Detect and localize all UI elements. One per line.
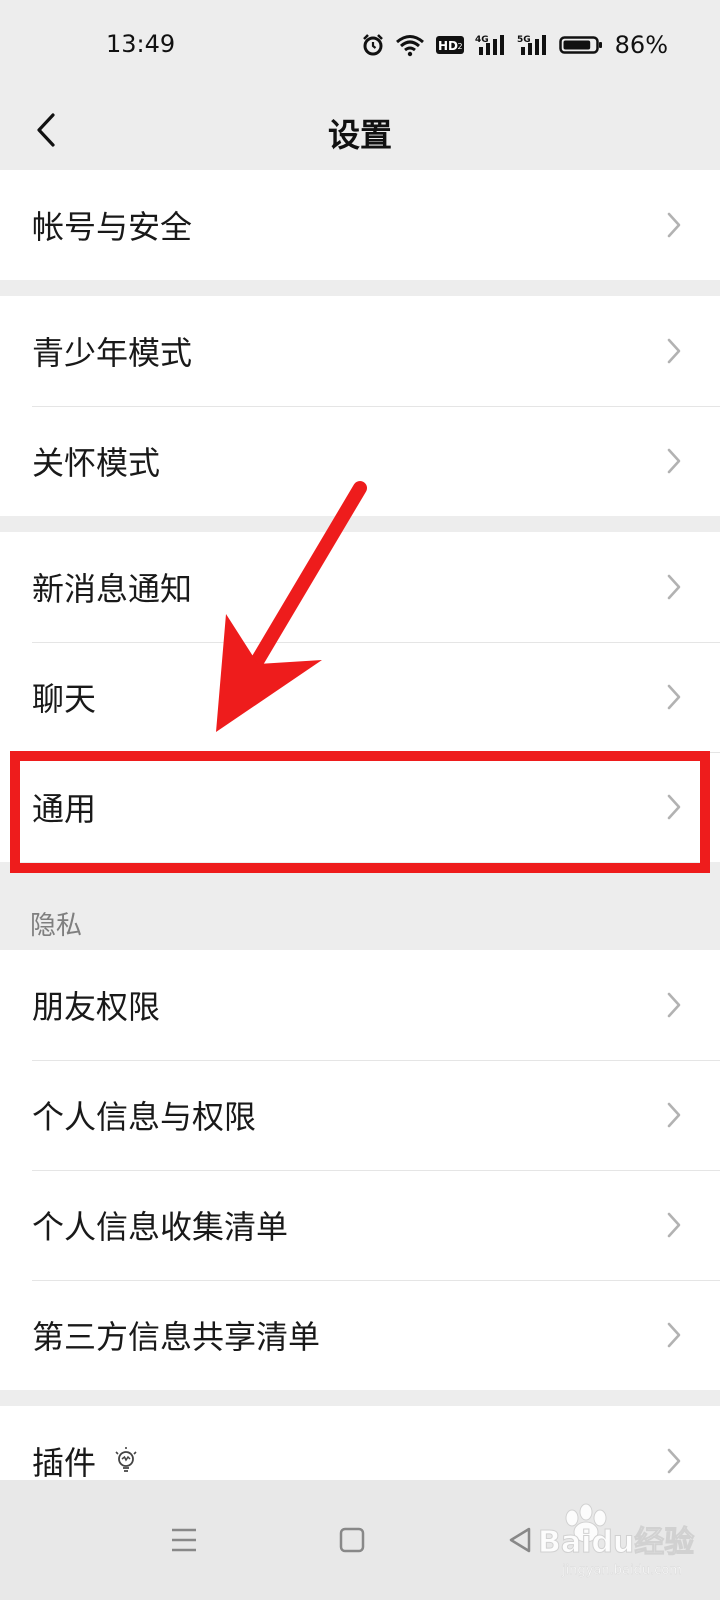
settings-item-general[interactable]: 通用 [0, 752, 720, 862]
group-general: 新消息通知 聊天 通用 [0, 532, 720, 862]
group-modes: 青少年模式 关怀模式 [0, 296, 720, 516]
chevron-right-icon [667, 1448, 681, 1474]
chevron-right-icon [667, 574, 681, 600]
alarm-icon [362, 34, 383, 56]
chevron-right-icon [667, 1212, 681, 1238]
group-plugins: 插件 [0, 1406, 720, 1480]
page-title: 设置 [327, 116, 392, 154]
settings-item-label: 插件 [32, 1444, 97, 1480]
chevron-right-icon [667, 338, 681, 364]
chevron-right-icon [667, 1102, 681, 1128]
settings-item-notifications[interactable]: 新消息通知 [0, 532, 720, 642]
group-privacy: 朋友权限 个人信息与权限 个人信息收集清单 第三方信息共享清单 [0, 950, 720, 1390]
menu-icon [172, 1528, 196, 1552]
settings-item-info-collection-list[interactable]: 个人信息收集清单 [0, 1170, 720, 1280]
chevron-right-icon [667, 684, 681, 710]
status-time: 13:49 [106, 30, 176, 58]
hd-label: HD [438, 39, 458, 53]
system-nav-bar [0, 1480, 720, 1600]
wifi-icon [395, 35, 424, 57]
home-button[interactable] [322, 1510, 382, 1570]
4g-signal-icon: 4G [475, 35, 504, 55]
battery-icon [558, 36, 602, 54]
system-back-button[interactable] [490, 1510, 550, 1570]
settings-item-label: 第三方信息共享清单 [32, 1318, 321, 1356]
chevron-right-icon [667, 992, 681, 1018]
settings-item-label: 青少年模式 [32, 334, 193, 372]
settings-item-third-party-sharing-list[interactable]: 第三方信息共享清单 [0, 1280, 720, 1390]
group-account: 帐号与安全 [0, 170, 720, 280]
battery-percent: 86% [614, 31, 668, 59]
settings-item-label: 聊天 [32, 680, 97, 718]
5g-signal-icon: 5G [517, 35, 546, 55]
section-label-privacy: 隐私 [30, 911, 83, 941]
settings-item-label: 个人信息收集清单 [32, 1208, 289, 1246]
settings-item-label: 通用 [32, 790, 97, 828]
settings-item-chat[interactable]: 聊天 [0, 642, 720, 752]
settings-item-care-mode[interactable]: 关怀模式 [0, 406, 720, 516]
chevron-right-icon [667, 794, 681, 820]
settings-item-friend-permissions[interactable]: 朋友权限 [0, 950, 720, 1060]
settings-item-label: 新消息通知 [32, 570, 193, 608]
settings-item-label: 个人信息与权限 [32, 1098, 257, 1136]
chevron-right-icon [667, 448, 681, 474]
home-square-icon [339, 1527, 365, 1553]
settings-item-account-security[interactable]: 帐号与安全 [0, 170, 720, 280]
status-icons: HD 2 4G 5G 86% [361, 30, 668, 60]
chevron-right-icon [667, 1322, 681, 1348]
settings-item-personal-info-permissions[interactable]: 个人信息与权限 [0, 1060, 720, 1170]
back-triangle-icon [509, 1527, 531, 1553]
settings-item-label: 朋友权限 [32, 988, 161, 1026]
settings-item-label: 关怀模式 [32, 444, 161, 482]
settings-item-label: 帐号与安全 [32, 208, 193, 246]
nav-bar: 设置 [0, 90, 720, 170]
lightbulb-icon [115, 1447, 137, 1472]
settings-item-plugins[interactable]: 插件 [0, 1406, 720, 1480]
svg-text:2: 2 [457, 42, 462, 51]
hd-icon: HD 2 [435, 36, 464, 54]
chevron-right-icon [667, 212, 681, 238]
settings-item-teen-mode[interactable]: 青少年模式 [0, 296, 720, 406]
recent-apps-button[interactable] [154, 1510, 214, 1570]
status-bar: 13:49 HD 2 4G 5G 86% [0, 0, 720, 90]
